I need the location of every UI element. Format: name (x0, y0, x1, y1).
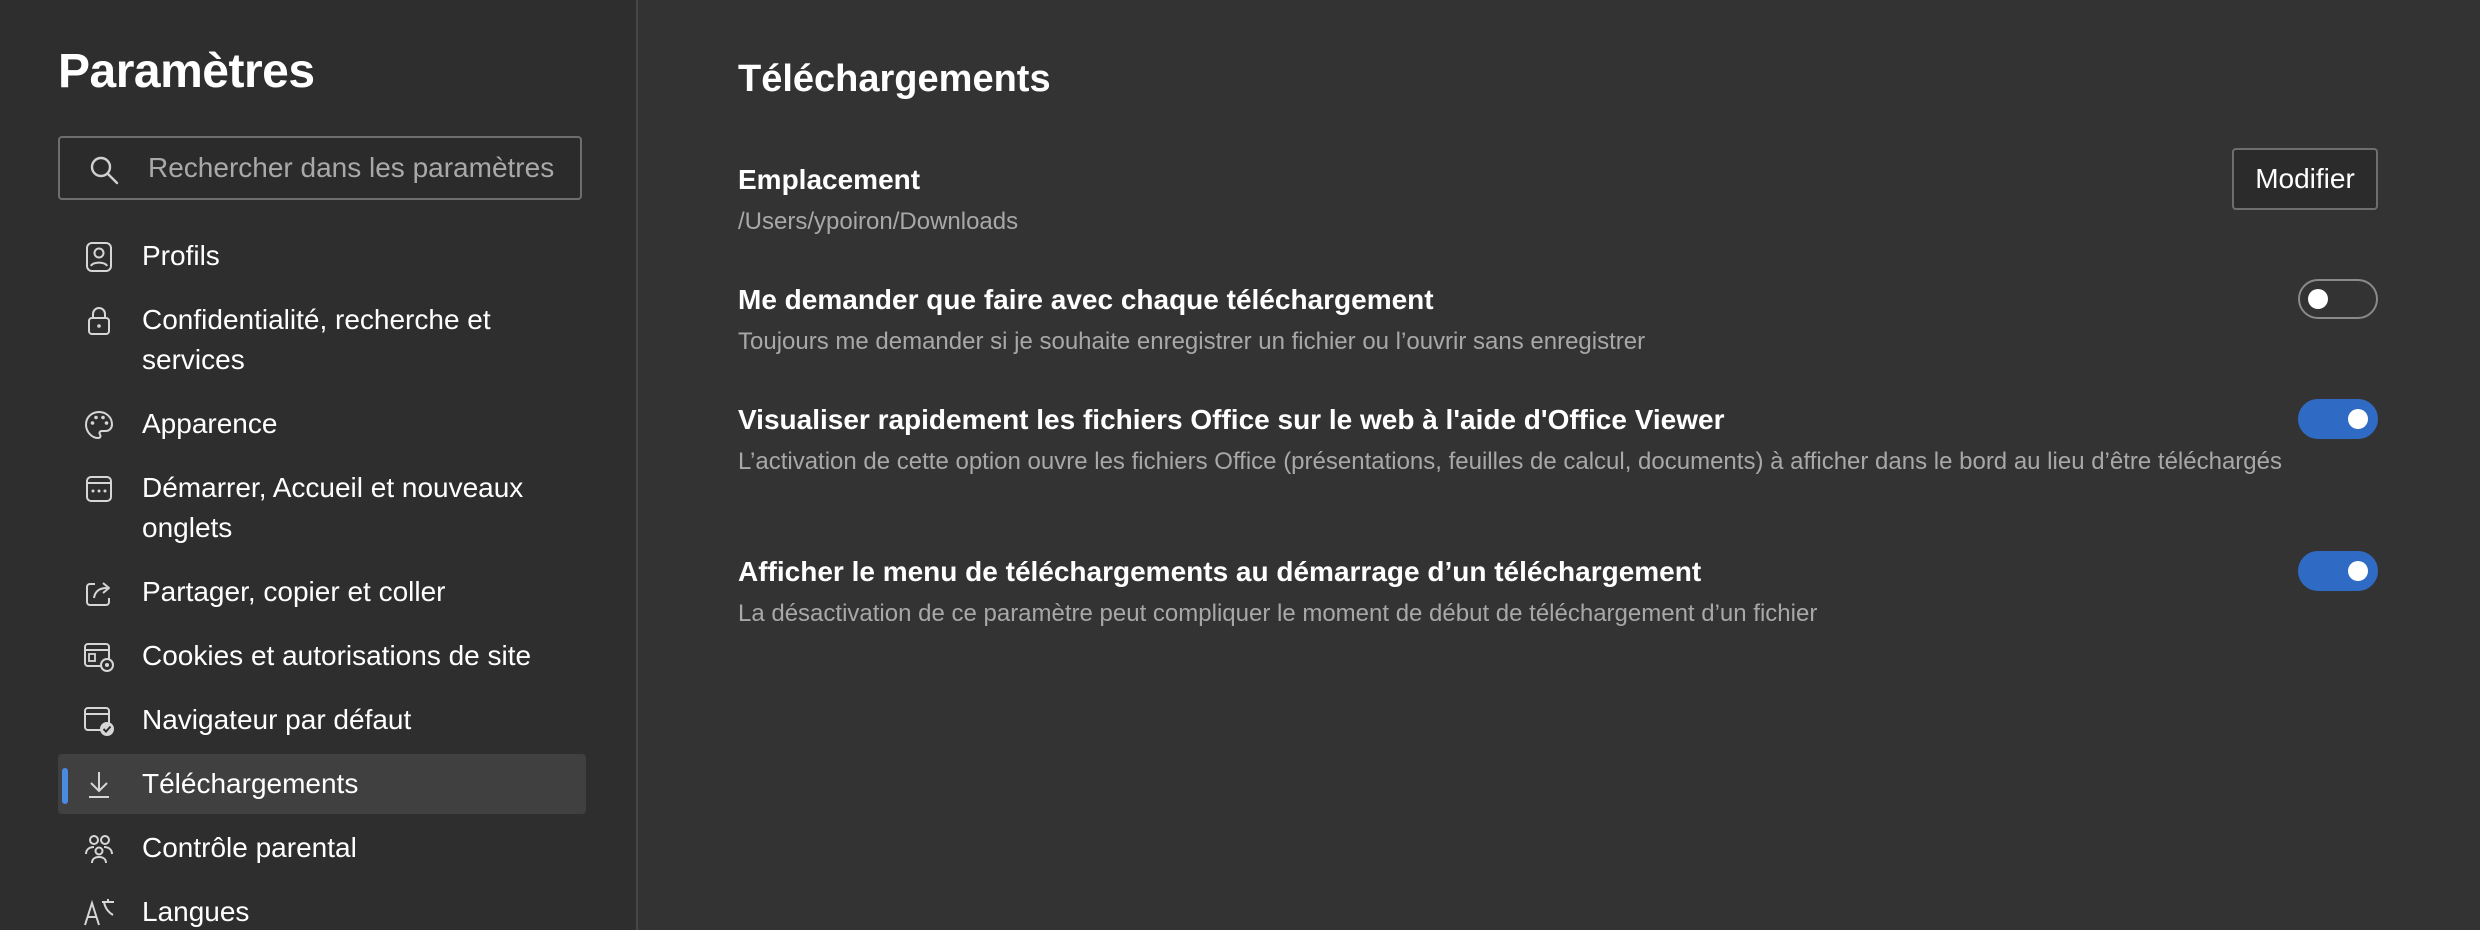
setting-title: Afficher le menu de téléchargements au d… (738, 556, 1702, 587)
sidebar-item-confidentialite[interactable]: Confidentialité, recherche et services (58, 290, 586, 390)
sidebar-item-cookies[interactable]: Cookies et autorisations de site (58, 626, 586, 686)
sidebar-item-label: Apparence (142, 408, 278, 439)
location-title: Emplacement (738, 164, 921, 195)
search-input[interactable] (148, 138, 568, 198)
sidebar-item-label: Démarrer, Accueil et nouveaux onglets (142, 472, 524, 543)
sidebar-nav: Profils Confidentialité, recherche et se… (58, 226, 586, 930)
sidebar-item-label: Téléchargements (142, 768, 359, 799)
sidebar: Paramètres Profils Confide (0, 0, 638, 930)
sidebar-item-label: Langues (142, 896, 250, 927)
sidebar-item-navigateur[interactable]: Navigateur par défaut (58, 690, 586, 750)
setting-title: Visualiser rapidement les fichiers Offic… (738, 404, 1725, 435)
share-icon (82, 576, 116, 610)
sidebar-title: Paramètres (58, 45, 315, 98)
palette-icon (82, 408, 116, 442)
location-setting: Emplacement /Users/ypoiron/Downloads (738, 162, 2378, 238)
setting-description: Toujours me demander si je souhaite enre… (738, 328, 1646, 355)
page-title: Téléchargements (738, 58, 1051, 100)
languages-icon (82, 896, 116, 930)
download-path: /Users/ypoiron/Downloads (738, 208, 1019, 235)
show-downloads-menu-toggle[interactable] (2298, 551, 2378, 591)
lock-icon (82, 304, 116, 338)
modify-location-button[interactable]: Modifier (2232, 148, 2378, 210)
toggle-knob (2348, 561, 2368, 581)
family-icon (82, 832, 116, 866)
sidebar-item-controle-parental[interactable]: Contrôle parental (58, 818, 586, 878)
setting-description: L’activation de cette option ouvre les f… (738, 448, 2282, 475)
sidebar-item-label: Partager, copier et coller (142, 576, 446, 607)
sidebar-item-profils[interactable]: Profils (58, 226, 586, 286)
main-content: Téléchargements Emplacement /Users/ypoir… (638, 0, 2480, 930)
start-page-icon (82, 472, 116, 506)
show-downloads-menu-setting: Afficher le menu de téléchargements au d… (738, 554, 2378, 630)
settings-window: Paramètres Profils Confide (0, 0, 2480, 930)
download-icon (82, 768, 116, 802)
site-permissions-icon (82, 640, 116, 674)
search-icon (88, 154, 120, 186)
sidebar-item-demarrer[interactable]: Démarrer, Accueil et nouveaux onglets (58, 458, 586, 558)
profile-icon (82, 240, 116, 274)
sidebar-item-langues[interactable]: Langues (58, 882, 586, 930)
sidebar-item-label: Confidentialité, recherche et services (142, 304, 491, 375)
default-browser-icon (82, 704, 116, 738)
ask-each-download-setting: Me demander que faire avec chaque téléch… (738, 282, 2378, 358)
sidebar-item-label: Cookies et autorisations de site (142, 640, 532, 671)
sidebar-item-label: Profils (142, 240, 220, 271)
sidebar-item-partager[interactable]: Partager, copier et coller (58, 562, 586, 622)
toggle-knob (2348, 409, 2368, 429)
setting-title: Me demander que faire avec chaque téléch… (738, 284, 1434, 315)
toggle-knob (2308, 289, 2328, 309)
ask-each-download-toggle[interactable] (2298, 279, 2378, 319)
search-box[interactable] (58, 136, 582, 200)
office-viewer-setting: Visualiser rapidement les fichiers Offic… (738, 402, 2378, 478)
setting-description: La désactivation de ce paramètre peut co… (738, 600, 1818, 627)
sidebar-item-apparence[interactable]: Apparence (58, 394, 586, 454)
sidebar-item-telechargements[interactable]: Téléchargements (58, 754, 586, 814)
sidebar-item-label: Contrôle parental (142, 832, 357, 863)
sidebar-item-label: Navigateur par défaut (142, 704, 412, 735)
office-viewer-toggle[interactable] (2298, 399, 2378, 439)
